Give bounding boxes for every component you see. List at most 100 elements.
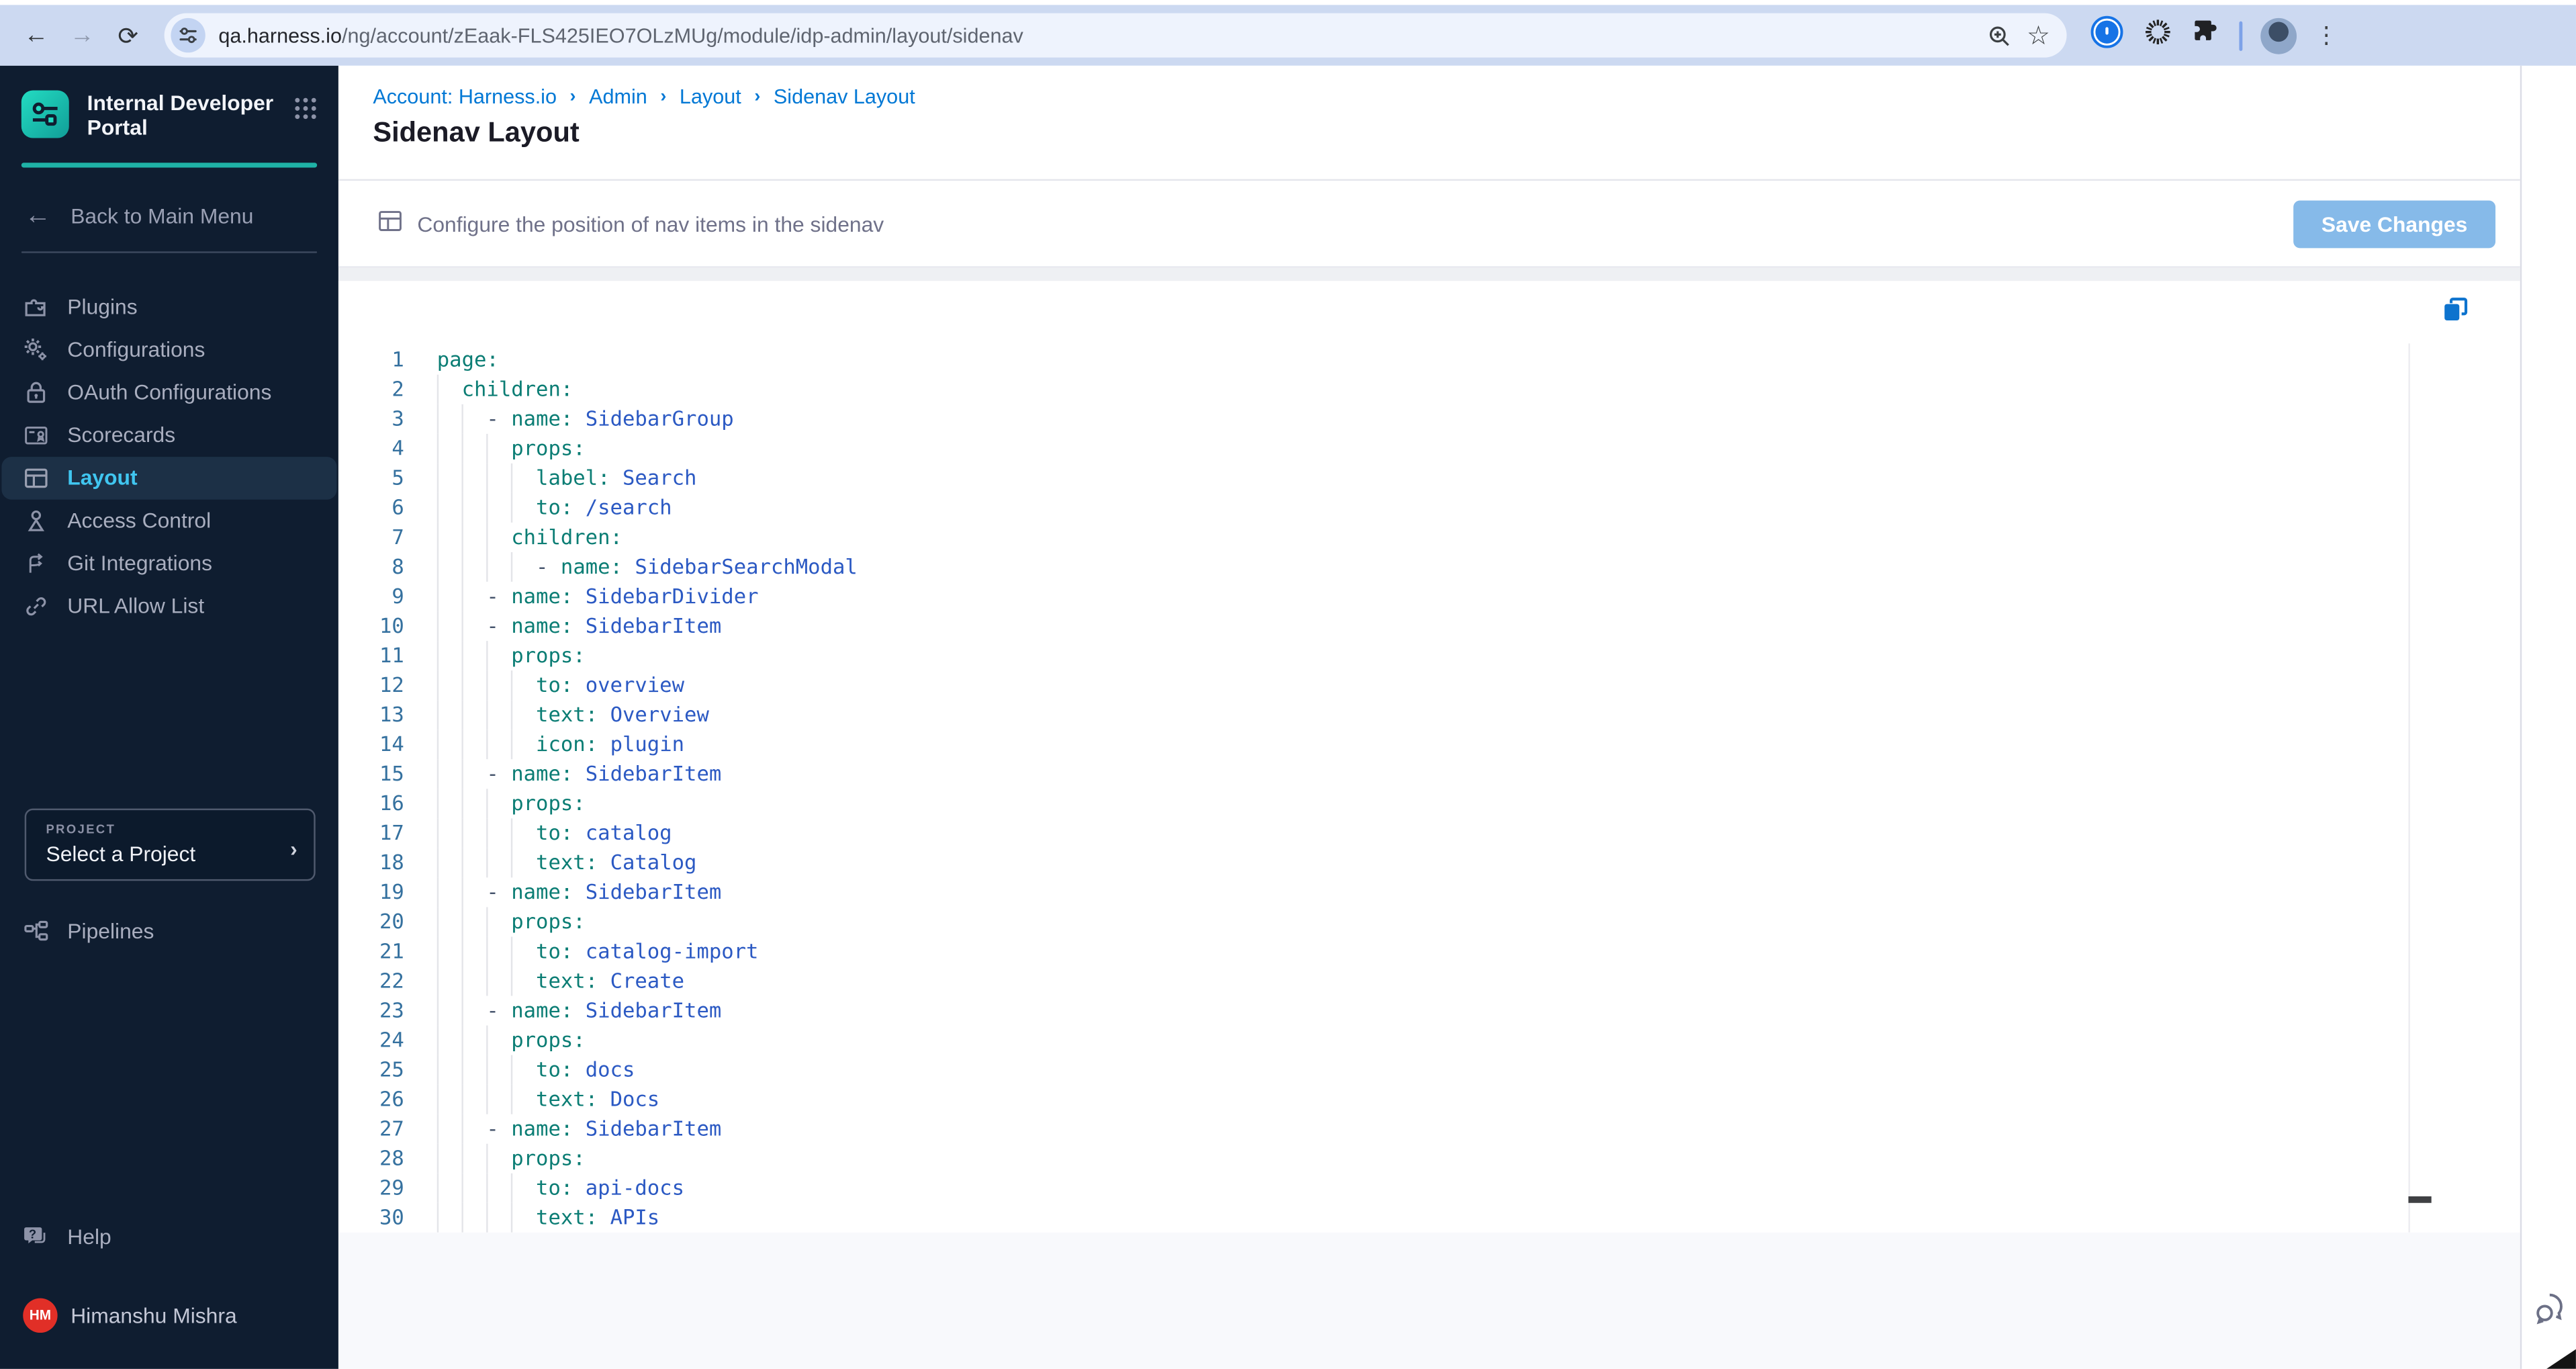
code-line[interactable]: 28 props:	[338, 1143, 2520, 1174]
code-line[interactable]: 4 props:	[338, 433, 2520, 463]
sidebar-item-label: URL Allow List	[67, 593, 205, 618]
sidebar-item-layout[interactable]: Layout	[1, 455, 337, 499]
sidebar-item-label: Configurations	[67, 337, 205, 362]
breadcrumb-item[interactable]: Account: Harness.io	[373, 85, 557, 108]
code-line[interactable]: 26 text: Docs	[338, 1084, 2520, 1114]
apps-grid-icon[interactable]	[294, 97, 317, 128]
sidebar-item-label: Pipelines	[67, 918, 154, 944]
code-line[interactable]: 22 text: Create	[338, 966, 2520, 996]
sidebar-item-pipelines[interactable]: Pipelines	[0, 910, 338, 953]
indent-guide	[436, 1055, 439, 1085]
code-line[interactable]: 17 to: catalog	[338, 818, 2520, 848]
code-text: - name: SidebarSearchModal	[436, 551, 858, 582]
code-line[interactable]: 2 children:	[338, 374, 2520, 404]
indent-guide	[486, 1025, 488, 1055]
breadcrumb-item[interactable]: Sidenav Layout	[774, 85, 915, 108]
line-number: 8	[392, 554, 404, 579]
sidebar-item-url-allow-list[interactable]: URL Allow List	[0, 584, 338, 627]
code-line[interactable]: 30 text: APIs	[338, 1202, 2520, 1233]
sidebar-item-scorecards[interactable]: Scorecards	[0, 413, 338, 456]
lock-icon	[23, 379, 49, 405]
code-text: children:	[436, 522, 623, 552]
indent-guide	[486, 1084, 488, 1114]
sidebar-item-configurations[interactable]: Configurations	[0, 328, 338, 371]
code-text: props:	[436, 433, 586, 463]
breadcrumb-item[interactable]: Layout	[680, 85, 741, 108]
code-line[interactable]: 14 icon: plugin	[338, 730, 2520, 760]
pipelines-section: Pipelines	[0, 910, 338, 953]
project-selector[interactable]: PROJECT Select a Project ›	[24, 807, 316, 881]
code-line[interactable]: 29 to: api-docs	[338, 1173, 2520, 1203]
address-bar[interactable]: qa.harness.io/ng/account/zEaak-FLS425IEO…	[164, 13, 2067, 58]
indent-guide	[486, 907, 488, 937]
yaml-editor[interactable]: 1 page: 2 children: 3 - name: SidebarGroup 4…	[338, 281, 2520, 1233]
sidebar-item-access-control[interactable]: Access Control	[0, 498, 338, 541]
breadcrumb-item[interactable]: Admin	[589, 85, 647, 108]
code-text: page:	[436, 347, 499, 371]
reload-icon[interactable]: ⟳	[108, 15, 148, 55]
editor-scrollbar-track[interactable]	[2408, 343, 2410, 1233]
sidebar-item-help[interactable]: ? Help	[0, 1215, 338, 1257]
menu-kebab-icon[interactable]: ⋮	[2315, 23, 2338, 46]
indent-guide	[486, 670, 488, 701]
sidebar-menu: Plugins Configurations OAuth Configuration…	[0, 285, 338, 627]
code-lines[interactable]: 1 page: 2 children: 3 - name: SidebarGroup 4…	[338, 345, 2520, 1233]
url-text[interactable]: qa.harness.io/ng/account/zEaak-FLS425IEO…	[218, 24, 1970, 46]
code-line[interactable]: 9 - name: SidebarDivider	[338, 582, 2520, 612]
sidebar-item-plugins[interactable]: Plugins	[0, 285, 338, 328]
project-selector-label: PROJECT	[46, 820, 116, 836]
code-line[interactable]: 11 props:	[338, 641, 2520, 671]
user-profile[interactable]: HM Himanshu Mishra	[0, 1290, 338, 1339]
indent-guide	[436, 730, 439, 760]
code-line[interactable]: 1 page:	[338, 345, 2520, 375]
sidebar-item-label: Help	[67, 1223, 111, 1249]
code-line[interactable]: 8 - name: SidebarSearchModal	[338, 551, 2520, 582]
code-line[interactable]: 20 props:	[338, 907, 2520, 937]
save-changes-button[interactable]: Save Changes	[2293, 200, 2496, 248]
indent-guide	[511, 848, 513, 878]
editor-scrollbar-thumb[interactable]	[2408, 1196, 2432, 1203]
password-manager-icon[interactable]	[2090, 14, 2124, 57]
toolbar-divider	[2239, 20, 2243, 50]
sidebar-item-git-integrations[interactable]: Git Integrations	[0, 541, 338, 584]
indent-guide	[486, 730, 488, 760]
indent-guide	[486, 1202, 488, 1233]
back-to-main-menu[interactable]: ← Back to Main Menu	[25, 195, 317, 238]
line-number: 3	[392, 406, 404, 431]
extension-spinner-icon[interactable]	[2142, 15, 2173, 55]
profile-avatar[interactable]	[2260, 17, 2297, 54]
code-line[interactable]: 21 to: catalog-import	[338, 936, 2520, 967]
code-line[interactable]: 15 - name: SidebarItem	[338, 759, 2520, 789]
code-line[interactable]: 18 text: Catalog	[338, 848, 2520, 878]
code-line[interactable]: 6 to: /search	[338, 492, 2520, 523]
indent-guide	[436, 877, 439, 908]
indent-guide	[436, 996, 439, 1026]
forward-icon[interactable]: →	[62, 15, 102, 55]
indent-guide	[436, 1114, 439, 1144]
copy-icon[interactable]	[2438, 292, 2471, 325]
code-line[interactable]: 7 children:	[338, 522, 2520, 552]
extensions-puzzle-icon[interactable]	[2191, 16, 2221, 54]
code-line[interactable]: 3 - name: SidebarGroup	[338, 404, 2520, 434]
back-icon[interactable]: ←	[16, 15, 56, 55]
code-line[interactable]: 25 to: docs	[338, 1055, 2520, 1085]
indent-guide	[486, 966, 488, 996]
gears-icon	[23, 336, 49, 362]
bookmark-star-icon[interactable]: ☆	[2027, 19, 2050, 52]
section-gap	[338, 267, 2520, 281]
code-line[interactable]: 13 text: Overview	[338, 700, 2520, 730]
code-line[interactable]: 16 props:	[338, 789, 2520, 819]
code-line[interactable]: 19 - name: SidebarItem	[338, 877, 2520, 908]
code-line[interactable]: 12 to: overview	[338, 670, 2520, 701]
sidebar-item-oauth-configurations[interactable]: OAuth Configurations	[0, 371, 338, 414]
code-line[interactable]: 27 - name: SidebarItem	[338, 1114, 2520, 1144]
code-line[interactable]: 23 - name: SidebarItem	[338, 996, 2520, 1026]
chat-help-icon[interactable]	[2532, 1288, 2571, 1336]
zoom-icon[interactable]	[1987, 24, 2010, 46]
indent-guide	[461, 818, 463, 848]
indent-guide	[461, 433, 463, 463]
code-line[interactable]: 24 props:	[338, 1025, 2520, 1055]
site-info-tune-icon[interactable]	[171, 17, 205, 53]
code-line[interactable]: 5 label: Search	[338, 463, 2520, 493]
code-line[interactable]: 10 - name: SidebarItem	[338, 611, 2520, 642]
